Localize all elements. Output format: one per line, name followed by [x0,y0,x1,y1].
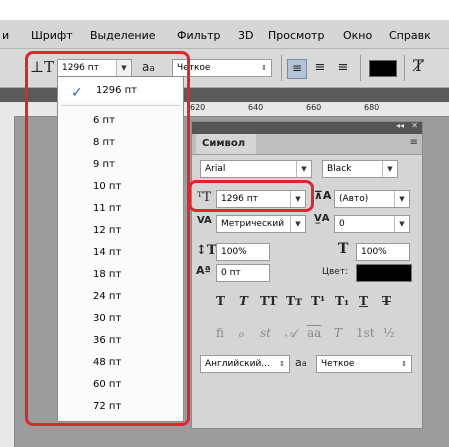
collapse-icon[interactable]: ◂◂ [396,121,404,130]
ruler-label: 680 [364,103,380,112]
horizontal-scale-field[interactable]: 100% [356,243,410,261]
leading-value: (Авто) [339,194,369,204]
underline-button[interactable]: T [359,294,368,308]
menu-item-font[interactable]: Шрифт [31,29,73,42]
fractions-button[interactable]: ½ [383,326,395,340]
baseline-shift-icon: Aª [196,264,211,277]
menu-item-partial[interactable]: и [2,29,9,42]
vertical-scale-icon: ↕T [196,243,217,258]
align-center-icon[interactable]: ≡ [311,59,329,77]
leading-icon: ⊼A [314,189,332,202]
titling-alternates-button[interactable]: T [334,326,342,340]
vertical-scale-value: 100% [221,247,247,257]
menu-item-view[interactable]: Просмотр [268,29,324,42]
tab-label: Символ [202,138,246,149]
subscript-button[interactable]: T₁ [335,294,349,308]
strikethrough-button[interactable]: T [382,294,391,308]
ligatures-button[interactable]: ﬁ [216,326,224,340]
kerning-select[interactable]: Метрический ▼ [216,215,306,233]
stylistic-alternates-button[interactable]: aa [307,326,321,340]
vertical-ruler [0,116,15,447]
language-select[interactable]: Английский... ⇕ [200,355,290,373]
kerning-value: Метрический [221,219,285,229]
menu-item-3d[interactable]: 3D [238,29,253,42]
font-style-select[interactable]: Black ▼ [322,160,398,178]
ruler-label: 660 [306,103,322,112]
updown-arrows-icon: ⇕ [275,356,289,372]
ruler-label: 620 [190,103,206,112]
chevron-down-icon: ▼ [290,216,305,232]
chevron-down-icon: ▼ [394,191,409,207]
panel-antialias-select[interactable]: Четкое ⇕ [316,355,412,373]
faux-bold-button[interactable]: T [216,294,225,308]
updown-arrows-icon: ⇕ [397,356,411,372]
antialias-icon: aa [295,356,307,369]
tracking-icon: V̲A [314,213,330,224]
superscript-button[interactable]: T¹ [311,294,325,308]
tab-character[interactable]: Символ [196,134,256,154]
baseline-shift-value: 0 пт [221,268,241,278]
swash-button[interactable]: 𝒜 [285,326,296,341]
leading-select[interactable]: (Авто) ▼ [334,190,410,208]
ordinals-button[interactable]: 1st [356,326,375,340]
align-left-icon[interactable]: ≡ [287,59,307,79]
highlight-dropdown [25,51,190,426]
kerning-icon: VA [197,215,212,226]
text-color-swatch[interactable] [369,60,397,77]
ruler-label: 640 [248,103,264,112]
menu-item-help[interactable]: Справк [389,29,431,42]
color-swatch[interactable] [356,264,412,282]
chevron-down-icon: ▼ [296,161,311,177]
font-family-select[interactable]: Arial ▼ [200,160,312,178]
language-value: Английский... [205,359,270,369]
divider [360,55,361,81]
discretionary-ligatures-button[interactable]: st [260,326,271,340]
baseline-shift-field[interactable]: 0 пт [216,264,270,282]
font-style-value: Black [327,164,352,174]
warp-text-icon[interactable]: Ⱦ [413,56,424,75]
highlight-size-field [188,180,314,212]
menu-item-selection[interactable]: Выделение [90,29,156,42]
chevron-down-icon: ▼ [394,216,409,232]
tracking-value: 0 [339,219,345,229]
character-panel: ◂◂ ✕ Символ ≡ Arial ▼ Black ▼ ᵀT 1296 пт… [191,121,423,429]
panel-tab-bar: Символ ≡ [192,134,422,155]
tracking-select[interactable]: 0 ▼ [334,215,410,233]
horizontal-scale-value: 100% [361,247,387,257]
small-caps-button[interactable]: Tт [286,294,302,308]
color-label: Цвет: [322,267,349,277]
menu-item-filter[interactable]: Фильтр [177,29,221,42]
updown-arrows-icon: ⇕ [257,60,271,76]
old-style-button[interactable]: ℴ [238,326,244,340]
panel-titlebar: ◂◂ ✕ [192,121,422,134]
chevron-down-icon: ▼ [382,161,397,177]
font-family-value: Arial [205,164,226,174]
panel-menu-icon[interactable]: ≡ [410,137,418,148]
menu-bar: и Шрифт Выделение Фильтр 3D Просмотр Окн… [0,20,449,49]
close-icon[interactable]: ✕ [411,121,418,130]
all-caps-button[interactable]: TT [260,294,277,308]
divider [404,55,405,81]
align-right-icon[interactable]: ≡ [334,59,352,77]
vertical-scale-field[interactable]: 100% [216,243,270,261]
faux-italic-button[interactable]: T [239,294,248,308]
panel-antialias-value: Четкое [321,359,355,369]
divider [281,55,282,81]
menu-item-window[interactable]: Окно [343,29,372,42]
horizontal-scale-icon: T [338,241,349,257]
